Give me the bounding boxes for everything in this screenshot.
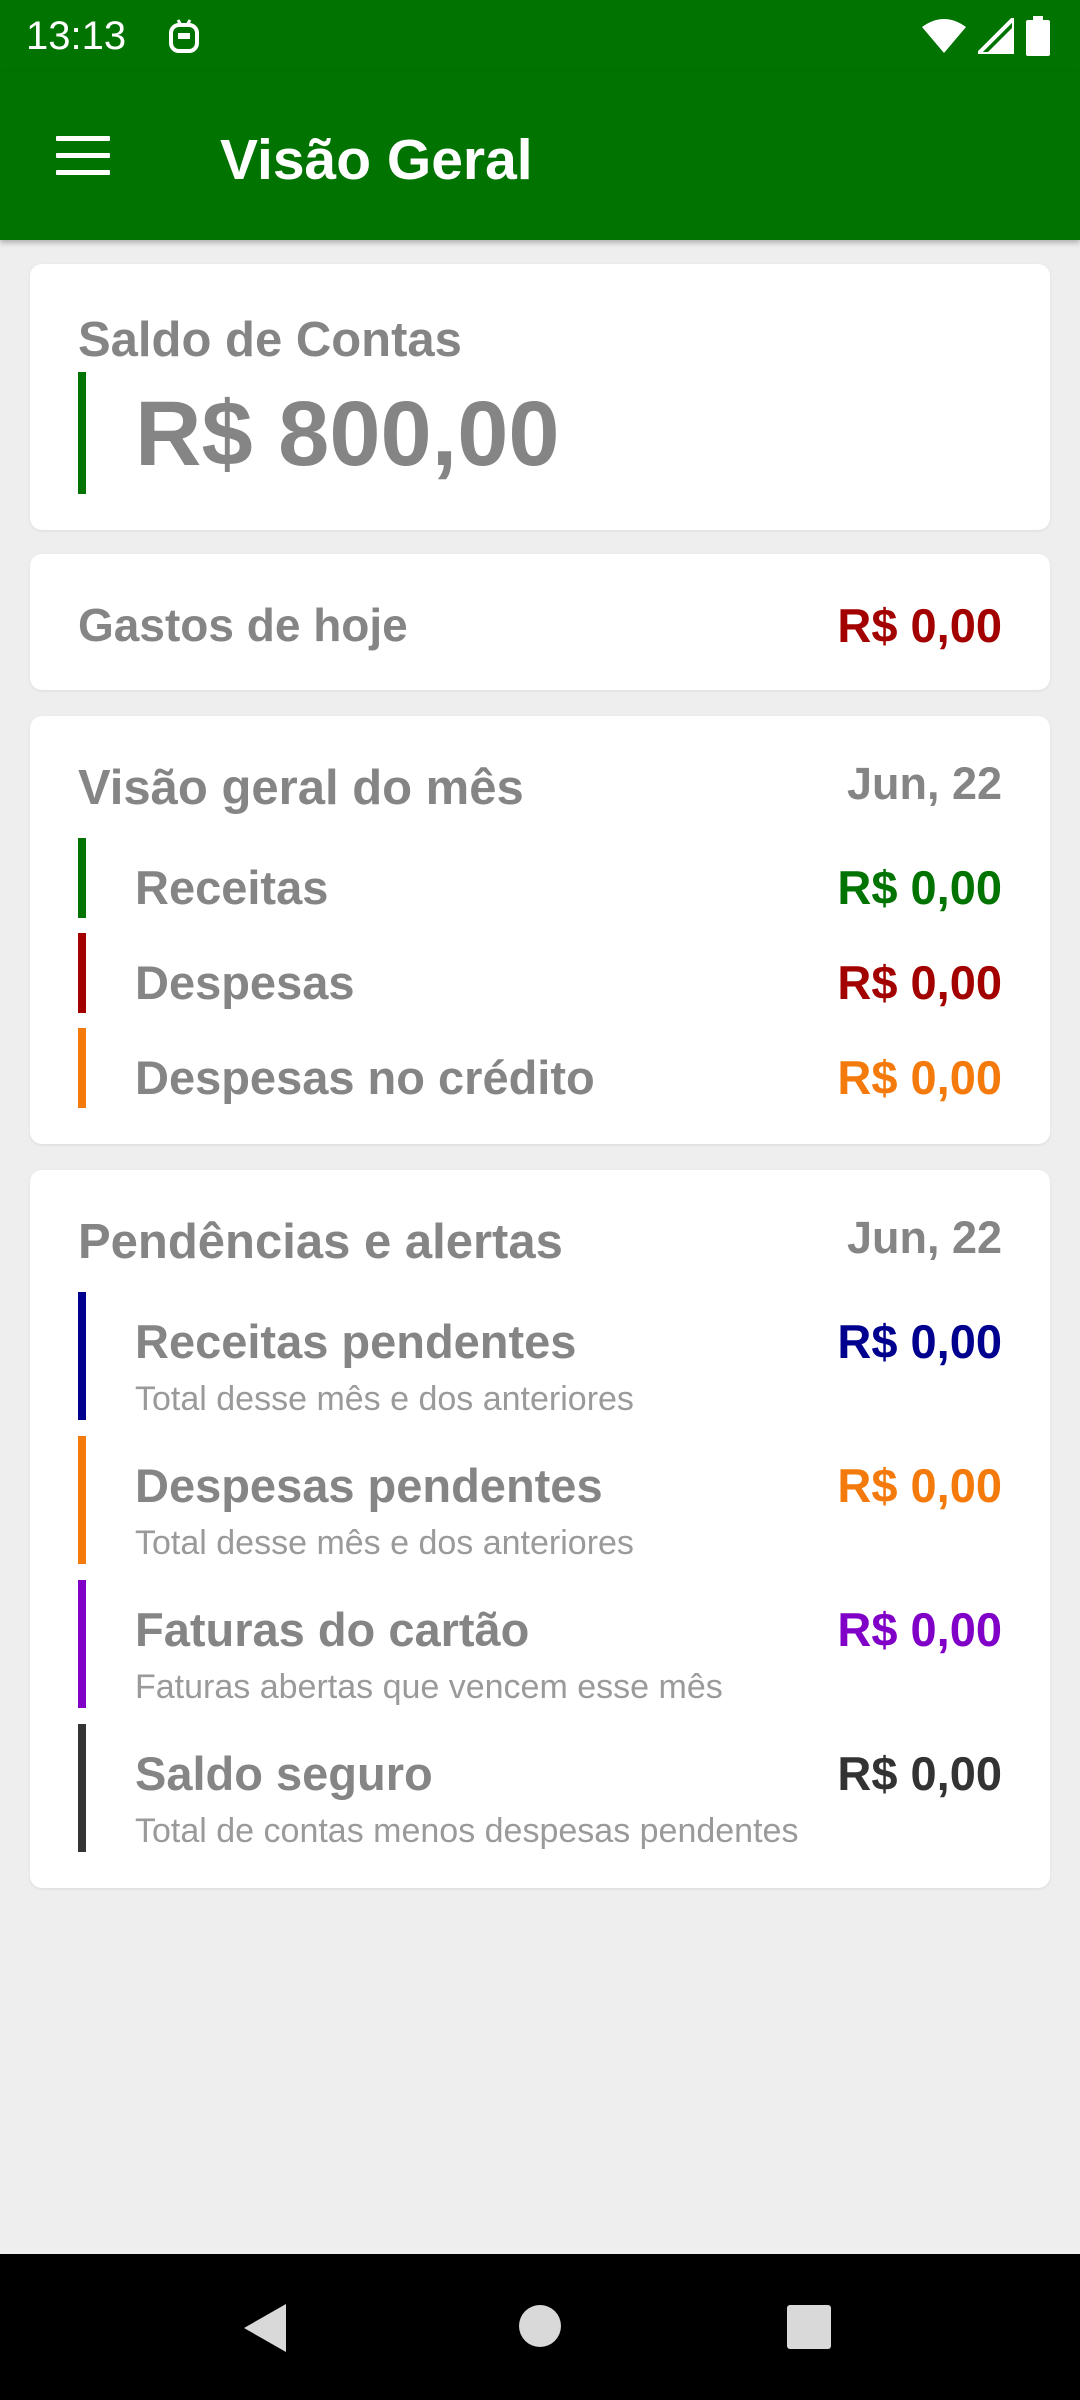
status-icons — [922, 14, 1050, 58]
status-time: 13:13 — [26, 14, 127, 58]
page-title: Visão Geral — [220, 128, 533, 192]
pending-income-value: R$ 0,00 — [837, 1315, 1002, 1368]
credit-expenses-value: R$ 0,00 — [837, 1051, 1002, 1104]
status-bar: 13:13 — [0, 0, 1080, 72]
balance-card[interactable]: Saldo de Contas R$ 800,00 — [30, 264, 1050, 530]
safe-balance-subtitle: Total de contas menos despesas pendentes — [135, 1812, 799, 1850]
safe-balance-value: R$ 0,00 — [837, 1747, 1002, 1800]
pending-expenses-subtitle: Total desse mês e dos anteriores — [135, 1524, 634, 1562]
safe-balance-label: Saldo seguro — [135, 1747, 433, 1800]
month-overview-title: Visão geral do mês — [78, 761, 524, 815]
today-expenses-value: R$ 0,00 — [837, 599, 1002, 652]
expenses-bar — [78, 933, 86, 1013]
pending-income-label: Receitas pendentes — [135, 1315, 577, 1368]
today-expenses-label: Gastos de hoje — [78, 599, 408, 651]
alerts-date: Jun, 22 — [846, 1212, 1002, 1263]
alerts-card[interactable]: Pendências e alertas Jun, 22 Receitas pe… — [30, 1170, 1050, 1888]
safe-balance-bar — [78, 1724, 86, 1852]
app-notification-icon — [169, 19, 199, 53]
cell-signal-icon — [978, 18, 1014, 54]
wifi-icon — [922, 19, 966, 53]
balance-amount: R$ 800,00 — [135, 383, 560, 485]
pending-expenses-label: Despesas pendentes — [135, 1459, 603, 1512]
balance-card-title: Saldo de Contas — [78, 313, 462, 367]
recents-icon[interactable] — [786, 2304, 832, 2350]
alerts-title: Pendências e alertas — [78, 1215, 563, 1269]
credit-expenses-label: Despesas no crédito — [135, 1051, 595, 1104]
credit-expenses-bar — [78, 1028, 86, 1108]
pending-expenses-value: R$ 0,00 — [837, 1459, 1002, 1512]
balance-accent-bar — [78, 372, 86, 494]
back-icon[interactable] — [240, 2302, 290, 2354]
battery-icon — [1026, 16, 1050, 56]
income-value: R$ 0,00 — [837, 861, 1002, 914]
income-label: Receitas — [135, 861, 329, 914]
income-bar — [78, 838, 86, 918]
pending-expenses-bar — [78, 1436, 86, 1564]
app-bar: Visão Geral — [0, 72, 1080, 240]
hamburger-menu-icon[interactable] — [54, 134, 114, 178]
system-nav-bar — [0, 2254, 1080, 2400]
pending-income-bar — [78, 1292, 86, 1420]
month-overview-date: Jun, 22 — [846, 758, 1002, 809]
today-expenses-card[interactable]: Gastos de hoje R$ 0,00 — [30, 554, 1050, 690]
pending-income-subtitle: Total desse mês e dos anteriores — [135, 1380, 634, 1418]
card-invoices-bar — [78, 1580, 86, 1708]
month-overview-card[interactable]: Visão geral do mês Jun, 22 Receitas R$ 0… — [30, 716, 1050, 1144]
home-icon[interactable] — [518, 2304, 562, 2348]
expenses-value: R$ 0,00 — [837, 956, 1002, 1009]
card-invoices-value: R$ 0,00 — [837, 1603, 1002, 1656]
card-invoices-subtitle: Faturas abertas que vencem esse mês — [135, 1668, 723, 1706]
expenses-label: Despesas — [135, 956, 355, 1009]
card-invoices-label: Faturas do cartão — [135, 1603, 530, 1656]
